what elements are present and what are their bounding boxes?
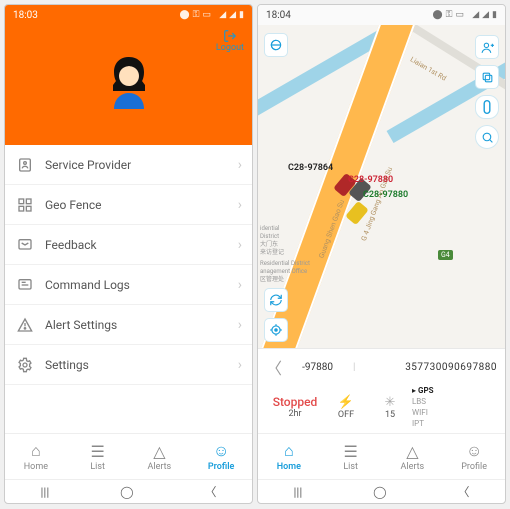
bottom-nav: ⌂ Home ☰ List △ Alerts ☺ Profile: [258, 433, 505, 479]
map-poi: Residential Districtanagement Office区管理处: [260, 260, 310, 284]
status-bar: 18:03 ⬤⚿▭ ◢◢▮: [5, 5, 252, 25]
acc-icon: ⚡: [338, 395, 354, 410]
vehicle-label: C28-97864: [288, 163, 333, 173]
device-info-panel: 〈 -97880 | 357730090697880 Stopped 2hr ⚡…: [258, 348, 505, 433]
feedback-icon: [17, 237, 35, 253]
recents-button[interactable]: |||: [293, 485, 302, 499]
tab-label: List: [90, 462, 105, 472]
menu-alert-settings[interactable]: Alert Settings ›: [5, 305, 252, 345]
profile-menu: Service Provider › Geo Fence › Feedback …: [5, 145, 252, 433]
satellite-icon: ✳: [385, 395, 396, 410]
tab-home[interactable]: ⌂ Home: [258, 434, 320, 479]
menu-label: Geo Fence: [45, 198, 238, 212]
menu-label: Settings: [45, 358, 238, 372]
profile-header: Logout: [5, 25, 252, 145]
phone-profile: 18:03 ⬤⚿▭ ◢◢▮ Logout Se: [4, 4, 253, 504]
chevron-right-icon: ›: [238, 157, 242, 173]
list-icon: ☰: [343, 442, 357, 461]
menu-settings[interactable]: Settings ›: [5, 345, 252, 385]
vehicle-label: C28-97880: [363, 190, 408, 200]
map[interactable]: Liaian 1st Rd Guang Shen Gao Su G 4 Jing…: [258, 25, 505, 348]
tab-label: Home: [277, 462, 301, 472]
menu-geo-fence[interactable]: Geo Fence ›: [5, 185, 252, 225]
bottom-nav: ⌂ Home ☰ List △ Alerts ☺ Profile: [5, 433, 252, 479]
positioning-modes: ▸ GPS LBS WIFI IPT: [412, 385, 497, 429]
alert-icon: △: [153, 442, 165, 461]
tab-list[interactable]: ☰ List: [67, 434, 129, 479]
device-short-id: -97880: [290, 362, 345, 373]
system-nav: ||| ◯ 〈: [258, 479, 505, 503]
menu-label: Command Logs: [45, 278, 238, 292]
satellite-count: 15: [385, 410, 395, 420]
tab-home[interactable]: ⌂ Home: [5, 434, 67, 479]
tab-label: Profile: [461, 462, 487, 472]
avatar: [99, 55, 159, 115]
menu-label: Alert Settings: [45, 318, 238, 332]
list-icon: ☰: [90, 442, 104, 461]
map-search-button[interactable]: [475, 125, 499, 149]
tab-label: List: [343, 462, 358, 472]
chevron-right-icon: ›: [238, 317, 242, 333]
device-imei: 357730090697880: [363, 362, 497, 373]
profile-icon: ☺: [466, 441, 482, 461]
status-bar: 18:04 ⬤⚿▭ ◢◢▮: [258, 5, 505, 25]
map-copy-button[interactable]: [475, 65, 499, 89]
map-refresh-button[interactable]: [264, 288, 288, 312]
status-label: Stopped: [273, 395, 318, 409]
acc-value: OFF: [338, 410, 354, 420]
tab-alerts[interactable]: △ Alerts: [129, 434, 191, 479]
chevron-right-icon: ›: [238, 197, 242, 213]
menu-label: Feedback: [45, 238, 238, 252]
alert-icon: [17, 317, 35, 333]
phone-map: 18:04 ⬤⚿▭ ◢◢▮ Liaian 1st Rd Guang Shen G…: [257, 4, 506, 504]
tab-profile[interactable]: ☺ Profile: [190, 434, 252, 479]
map-column-button[interactable]: [475, 95, 499, 119]
vehicle-label: C28-97880: [348, 175, 393, 185]
service-icon: [17, 157, 35, 173]
alert-icon: △: [406, 442, 418, 461]
profile-icon: ☺: [213, 441, 229, 461]
tab-alerts[interactable]: △ Alerts: [382, 434, 444, 479]
chevron-right-icon: ›: [238, 237, 242, 253]
highway-marker: G4: [438, 250, 453, 260]
home-icon: ⌂: [284, 441, 294, 461]
geofence-icon: [17, 197, 35, 213]
gear-icon: [17, 357, 35, 373]
logout-button[interactable]: Logout: [216, 29, 244, 53]
tab-list[interactable]: ☰ List: [320, 434, 382, 479]
tab-label: Alerts: [401, 462, 425, 472]
map-tools: [475, 35, 499, 149]
menu-command-logs[interactable]: Command Logs ›: [5, 265, 252, 305]
status-icons: ⬤⚿▭ ◢◢▮: [180, 10, 244, 20]
menu-service-provider[interactable]: Service Provider ›: [5, 145, 252, 185]
status-time: 2hr: [288, 409, 301, 419]
map-layers-button[interactable]: [264, 33, 288, 57]
clock: 18:04: [266, 10, 291, 21]
tab-label: Alerts: [148, 462, 172, 472]
status-icons: ⬤⚿▭ ◢◢▮: [433, 10, 497, 20]
map-locate-button[interactable]: [264, 318, 288, 342]
tab-label: Home: [24, 462, 48, 472]
home-button[interactable]: ◯: [373, 485, 386, 499]
prev-device-button[interactable]: 〈: [266, 355, 282, 379]
back-button[interactable]: 〈: [205, 483, 217, 500]
recents-button[interactable]: |||: [40, 485, 49, 499]
logout-label: Logout: [216, 43, 244, 53]
map-user-button[interactable]: [475, 35, 499, 59]
tab-label: Profile: [208, 462, 235, 472]
map-poi: identialDistrict 大门东来访登记: [260, 225, 284, 257]
menu-feedback[interactable]: Feedback ›: [5, 225, 252, 265]
system-nav: ||| ◯ 〈: [5, 479, 252, 503]
home-icon: ⌂: [31, 441, 41, 461]
chevron-right-icon: ›: [238, 357, 242, 373]
tab-profile[interactable]: ☺ Profile: [443, 434, 505, 479]
menu-label: Service Provider: [45, 158, 238, 172]
home-button[interactable]: ◯: [120, 485, 133, 499]
clock: 18:03: [13, 10, 38, 21]
road-label: Liaian 1st Rd: [409, 55, 448, 82]
back-button[interactable]: 〈: [458, 483, 470, 500]
logs-icon: [17, 277, 35, 293]
chevron-right-icon: ›: [238, 277, 242, 293]
